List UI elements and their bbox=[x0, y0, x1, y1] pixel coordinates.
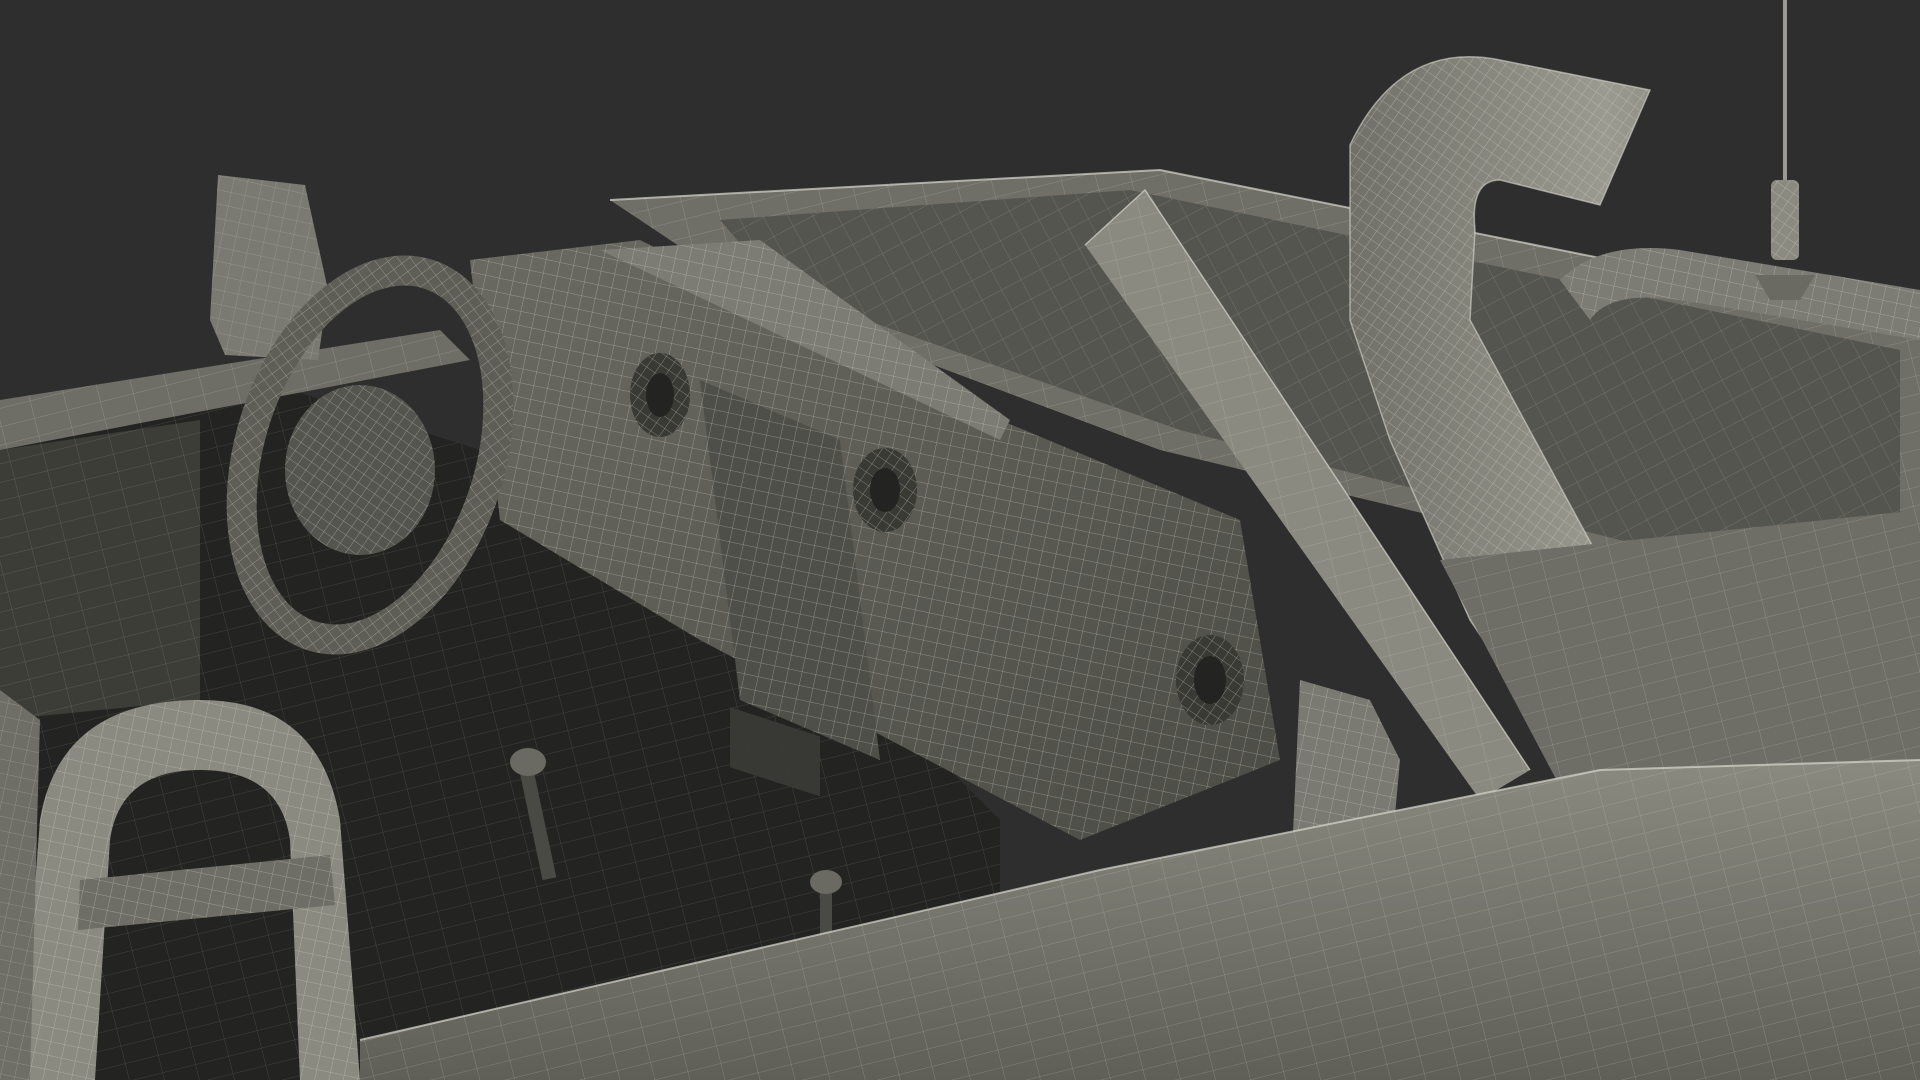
air-vent-left bbox=[630, 353, 690, 437]
wireframe-render bbox=[0, 0, 1920, 1080]
air-vent-right bbox=[1176, 635, 1244, 725]
air-vent-center bbox=[853, 448, 917, 532]
render-viewport bbox=[0, 0, 1920, 1080]
